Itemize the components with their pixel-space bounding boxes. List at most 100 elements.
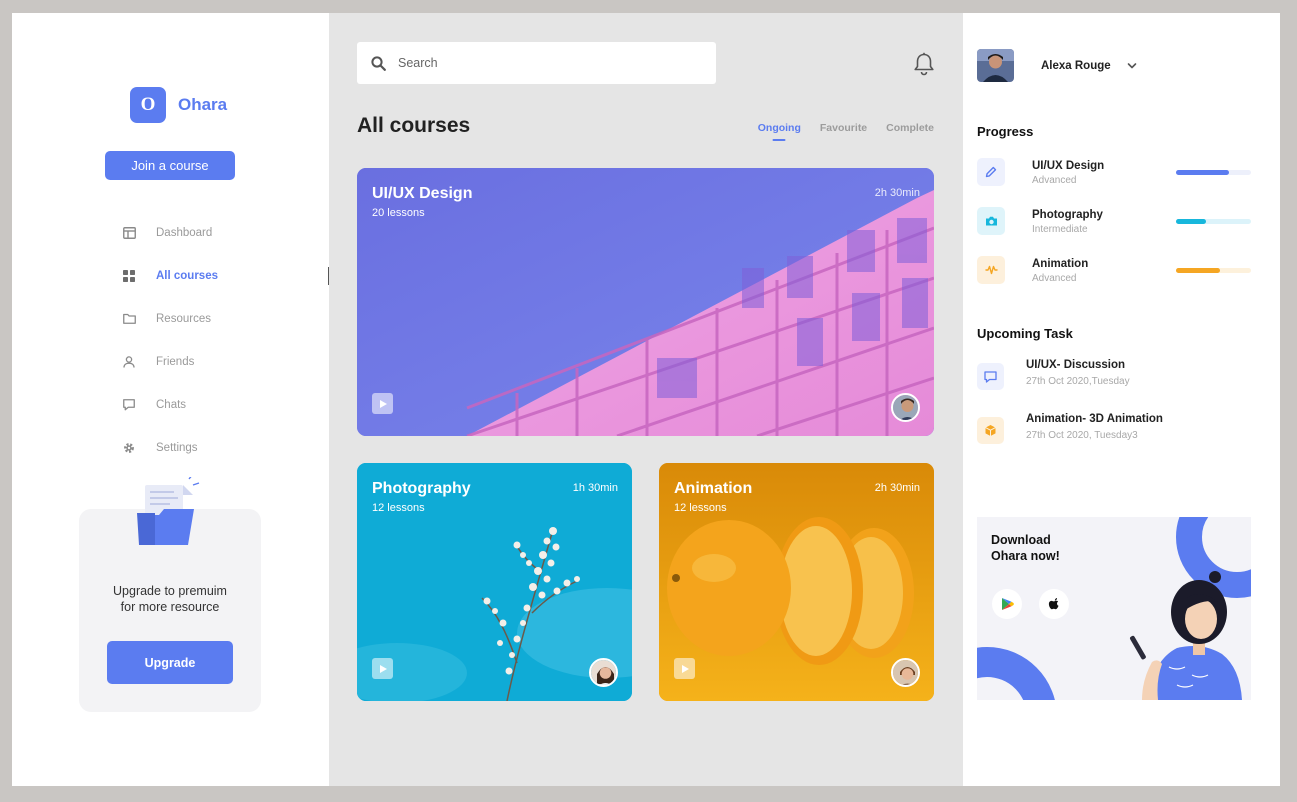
download-app-banner: Download Ohara now! [977, 517, 1251, 700]
cube-icon [977, 417, 1004, 444]
grid-icon [122, 269, 136, 283]
brand-logo[interactable]: O Ohara [130, 87, 227, 123]
course-title: Animation [674, 480, 753, 497]
instructor-avatar [891, 658, 920, 687]
course-card-photography[interactable]: Photography 12 lessons 1h 30min [357, 463, 632, 701]
app-window: O Ohara Join a course Dashboard All cour… [12, 13, 1280, 786]
task-item-3d-animation[interactable]: Animation- 3D Animation 27th Oct 2020, T… [977, 413, 1257, 445]
task-item-uiux-discussion[interactable]: UI/UX- Discussion 27th Oct 2020,Tuesday [977, 359, 1257, 391]
search-input[interactable] [398, 56, 698, 70]
progress-item-animation[interactable]: Animation Advanced [977, 256, 1252, 284]
join-course-button[interactable]: Join a course [105, 151, 235, 180]
progress-item-photography[interactable]: Photography Intermediate [977, 207, 1252, 235]
upgrade-line-2: for more resource [120, 600, 220, 614]
task-name: Animation- 3D Animation [1026, 413, 1163, 425]
user-icon [122, 355, 136, 369]
sidebar-item-settings[interactable]: Settings [122, 426, 329, 469]
course-card-animation[interactable]: Animation 12 lessons 2h 30min [659, 463, 934, 701]
user-profile[interactable]: Alexa Rouge [977, 49, 1137, 82]
page-title: All courses [357, 114, 471, 137]
play-icon[interactable] [372, 658, 393, 679]
sidebar-nav: Dashboard All courses Resources Friends [122, 211, 329, 469]
right-panel: Alexa Rouge Progress UI/UX Design Advanc… [963, 13, 1280, 786]
user-name: Alexa Rouge [1041, 59, 1111, 72]
progress-course-name: Animation [1032, 258, 1089, 270]
progress-item-uiux[interactable]: UI/UX Design Advanced [977, 158, 1252, 186]
course-lessons: 20 lessons [372, 207, 425, 219]
folder-illustration [137, 477, 200, 545]
sidebar-item-label: Resources [156, 312, 211, 325]
task-name: UI/UX- Discussion [1026, 359, 1126, 371]
play-icon[interactable] [674, 658, 695, 679]
app-store-button[interactable] [1039, 589, 1069, 619]
instructor-avatar [589, 658, 618, 687]
folder-icon [122, 312, 136, 326]
upgrade-message: Upgrade to premuim for more resource [79, 583, 261, 615]
upgrade-line-1: Upgrade to premuim [113, 584, 227, 598]
avatar [977, 49, 1014, 82]
sidebar-item-resources[interactable]: Resources [122, 297, 329, 340]
main-content: All courses Ongoing Favourite Complete [329, 13, 963, 786]
sidebar-item-label: Settings [156, 441, 198, 454]
sidebar-item-all-courses[interactable]: All courses [122, 254, 329, 297]
building-image [357, 168, 934, 436]
apple-icon [1048, 597, 1058, 609]
course-lessons: 12 lessons [674, 502, 727, 514]
brand-name: Ohara [178, 95, 228, 114]
sidebar-item-label: Dashboard [156, 226, 213, 239]
tab-favourite[interactable]: Favourite [820, 122, 867, 134]
upcoming-task-heading: Upcoming Task [977, 326, 1073, 341]
chevron-down-icon[interactable] [1127, 61, 1137, 71]
progress-heading: Progress [977, 124, 1034, 139]
google-play-button[interactable] [992, 589, 1022, 619]
progress-course-level: Intermediate [1032, 224, 1088, 235]
task-date: 27th Oct 2020,Tuesday [1026, 376, 1130, 387]
logo-mark: O [130, 87, 166, 123]
sidebar-item-friends[interactable]: Friends [122, 340, 329, 383]
progress-bar [1176, 170, 1251, 175]
download-title: Download Ohara now! [991, 532, 1091, 564]
gear-icon [122, 441, 136, 455]
tab-complete[interactable]: Complete [886, 122, 934, 134]
search-bar[interactable] [357, 42, 716, 84]
pencil-icon [977, 158, 1005, 186]
progress-fill [1176, 268, 1220, 273]
download-line-1: Download [991, 533, 1051, 547]
progress-course-level: Advanced [1032, 175, 1077, 186]
wave-icon [977, 256, 1005, 284]
course-card-uiux[interactable]: UI/UX Design 20 lessons 2h 30min [357, 168, 934, 436]
sidebar-item-label: Friends [156, 355, 195, 368]
tab-ongoing[interactable]: Ongoing [758, 122, 801, 134]
bell-icon[interactable] [913, 52, 935, 76]
sidebar-item-dashboard[interactable]: Dashboard [122, 211, 329, 254]
sidebar-item-chats[interactable]: Chats [122, 383, 329, 426]
download-line-2: Ohara now! [991, 549, 1060, 563]
course-duration: 1h 30min [572, 482, 618, 494]
sidebar-item-label: All courses [156, 269, 218, 282]
progress-course-level: Advanced [1032, 273, 1077, 284]
sidebar: O Ohara Join a course Dashboard All cour… [12, 13, 329, 786]
camera-icon [977, 207, 1005, 235]
chat-bubble-icon [977, 363, 1004, 390]
course-lessons: 12 lessons [372, 502, 425, 514]
google-play-icon [1001, 598, 1014, 610]
course-duration: 2h 30min [874, 482, 920, 494]
search-icon [371, 55, 386, 71]
task-date: 27th Oct 2020, Tuesday3 [1026, 430, 1138, 441]
progress-course-name: Photography [1032, 209, 1103, 221]
sidebar-item-label: Chats [156, 398, 187, 411]
progress-bar [1176, 219, 1251, 224]
progress-course-name: UI/UX Design [1032, 160, 1105, 172]
upgrade-card: Upgrade to premuim for more resource Upg… [79, 477, 261, 712]
chat-icon [122, 398, 136, 412]
progress-bar [1176, 268, 1251, 273]
course-duration: 2h 30min [874, 187, 920, 199]
play-icon[interactable] [372, 393, 393, 414]
progress-fill [1176, 219, 1206, 224]
upgrade-button[interactable]: Upgrade [107, 641, 233, 684]
course-title: UI/UX Design [372, 185, 473, 202]
instructor-avatar [891, 393, 920, 422]
course-title: Photography [372, 480, 471, 497]
progress-fill [1176, 170, 1229, 175]
course-filter-tabs: Ongoing Favourite Complete [758, 122, 934, 134]
